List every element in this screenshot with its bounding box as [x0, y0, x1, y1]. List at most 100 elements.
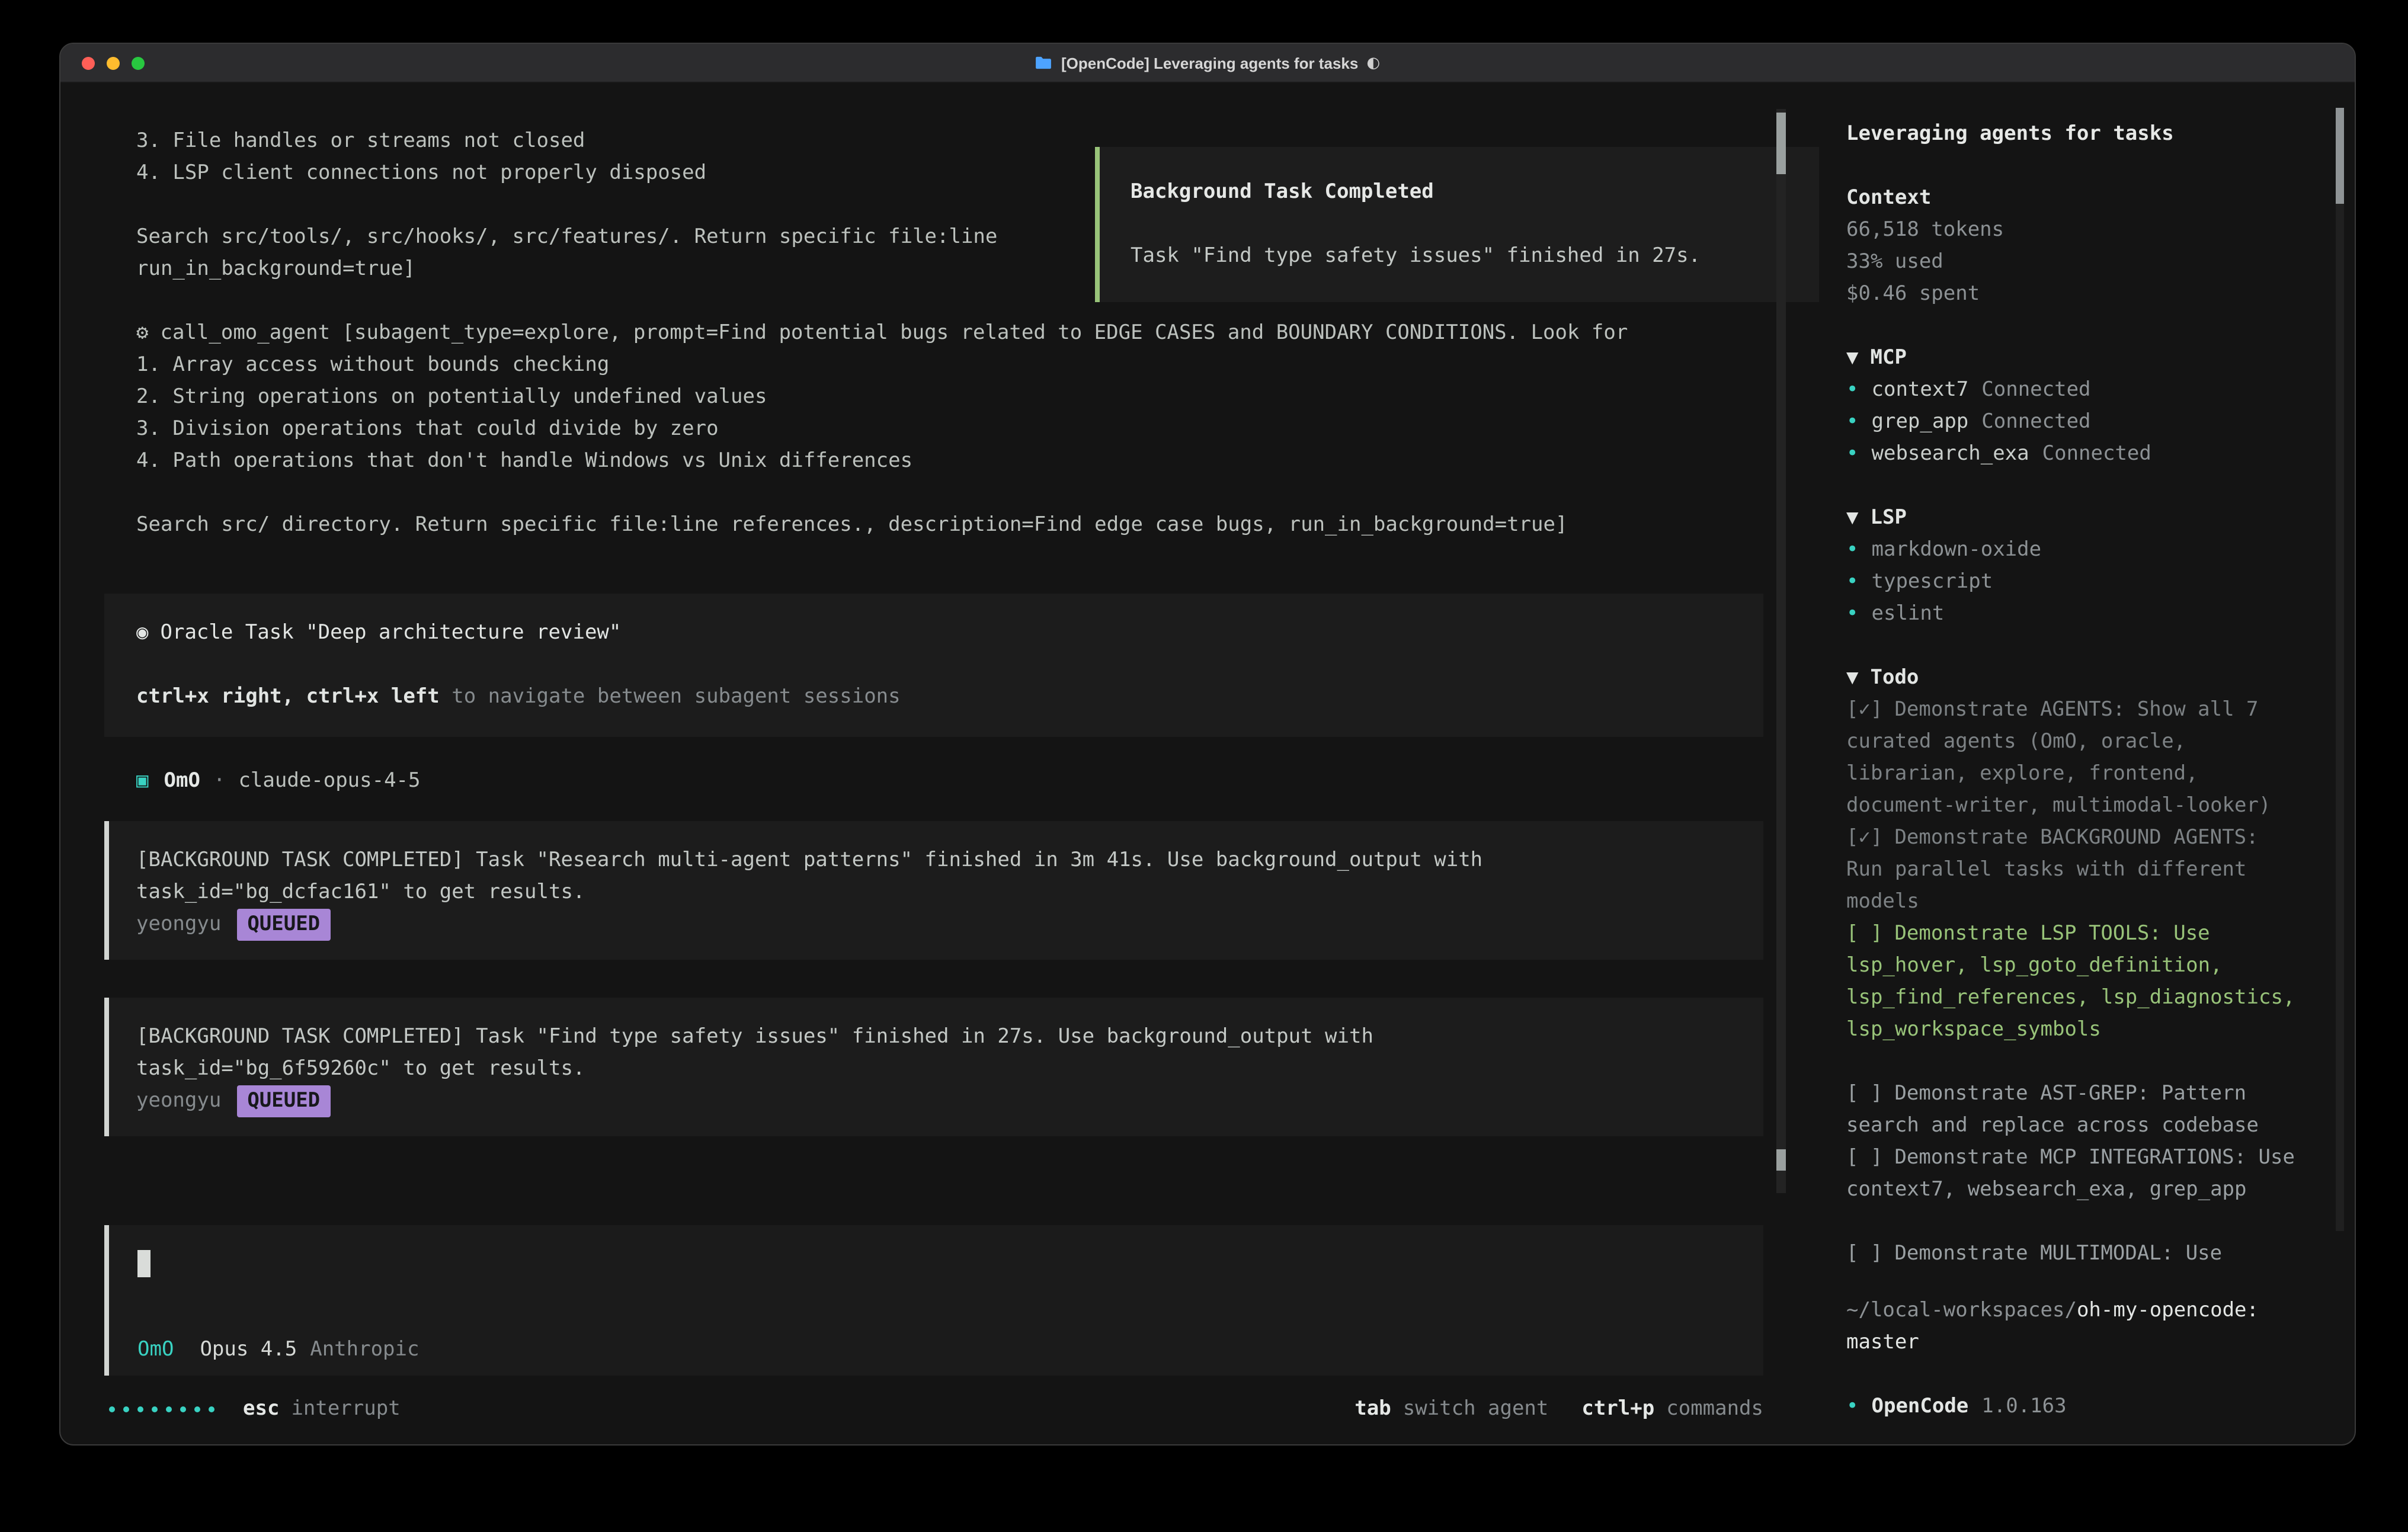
git-branch: master [1846, 1327, 2300, 1359]
checkbox-empty-icon: [ ] [1846, 1146, 1882, 1169]
mcp-item: • context7 Connected [1846, 374, 2300, 406]
lsp-heading: LSP [1871, 506, 1907, 530]
sidebar-scrollbar[interactable] [2336, 108, 2344, 1231]
separator-dot: · [213, 765, 226, 797]
lsp-name: markdown-oxide [1872, 534, 2042, 566]
terminal-line: Search src/ directory. Return specific f… [104, 509, 1763, 541]
todo-text: Demonstrate LSP TOOLS: Use lsp_hover, ls… [1846, 922, 2295, 1041]
background-task-message: [BACKGROUND TASK COMPLETED] Task "Resear… [104, 821, 1763, 960]
todo-heading: Todo [1871, 666, 1919, 690]
commands-key-label: commands [1666, 1397, 1763, 1421]
fisheye-icon: ◉ [136, 621, 149, 645]
context-spent: $0.46 spent [1846, 278, 2300, 310]
mcp-heading: MCP [1871, 346, 1907, 370]
lsp-item: • eslint [1846, 598, 2300, 630]
checkbox-empty-icon: [ ] [1846, 1082, 1882, 1105]
todo-item: [✓]Demonstrate AGENTS: Show all 7 curate… [1846, 694, 2300, 822]
session-title: Leveraging agents for tasks [1846, 118, 2300, 150]
tab-key-label: switch agent [1403, 1397, 1549, 1421]
scrollbar-thumb[interactable] [1776, 113, 1786, 174]
task-message-line: task_id="bg_dcfac161" to get results. [136, 877, 1735, 909]
chevron-down-icon: ▼ [1846, 506, 1859, 530]
screen: [OpenCode] Leveraging agents for tasks ◐… [0, 0, 2408, 1532]
gear-icon: ⚙ [136, 321, 149, 345]
todo-section-header[interactable]: ▼Todo [1846, 662, 2300, 694]
oracle-task-title: Oracle Task "Deep architecture review" [161, 621, 622, 645]
folder-icon [1035, 56, 1053, 70]
checkbox-checked-icon: [✓] [1846, 698, 1882, 722]
esc-key-hint: esc [243, 1397, 279, 1421]
model-info-row: OmO Opus 4.5 Anthropic [137, 1338, 419, 1361]
titlebar[interactable]: [OpenCode] Leveraging agents for tasks ◐ [60, 44, 2355, 83]
lsp-item: • typescript [1846, 566, 2300, 598]
text-cursor [137, 1250, 150, 1277]
prompt-input[interactable]: OmO Opus 4.5 Anthropic [104, 1225, 1763, 1376]
shortcut-keys: ctrl+x right, ctrl+x left [136, 685, 440, 709]
todo-item: [ ] Demonstrate MULTIMODAL: Use [1846, 1238, 2300, 1270]
lsp-name: eslint [1872, 598, 1945, 630]
agent-header: ▣ OmO · claude-opus-4-5 [104, 765, 1763, 797]
app-name: OpenCode [1872, 1391, 1969, 1423]
mcp-name: context7 [1872, 374, 1969, 406]
toast-title: Background Task Completed [1131, 177, 1819, 209]
bullet-icon: • [1846, 534, 1859, 566]
context-tokens: 66,518 tokens [1846, 214, 2300, 246]
lsp-name: typescript [1872, 566, 1993, 598]
lsp-section-header[interactable]: ▼ LSP [1846, 502, 2300, 534]
notification-toast: Background Task Completed Task "Find typ… [1095, 147, 1819, 302]
app-window: [OpenCode] Leveraging agents for tasks ◐… [59, 43, 2356, 1446]
model-provider-label: Anthropic [310, 1338, 419, 1361]
mcp-item: • websearch_exa Connected [1846, 438, 2300, 470]
lsp-item: • markdown-oxide [1846, 534, 2300, 566]
terminal-line: 3. Division operations that could divide… [104, 414, 1763, 446]
chat-pane: 3. File handles or streams not closed 4.… [60, 83, 1819, 1444]
session-sidebar: Leveraging agents for tasks Context 66,5… [1819, 83, 2355, 1444]
scrollbar-thumb[interactable] [1776, 1149, 1786, 1171]
task-message-line: task_id="bg_6f59260c" to get results. [136, 1053, 1735, 1085]
task-message-line: [BACKGROUND TASK COMPLETED] Task "Resear… [136, 845, 1735, 877]
tab-key-hint: tab [1354, 1397, 1391, 1421]
todo-item: [ ]Demonstrate AST-GREP: Pattern search … [1846, 1078, 2300, 1142]
bullet-icon: • [1846, 374, 1859, 406]
status-badge: QUEUED [236, 1085, 331, 1117]
mcp-status: Connected [1981, 406, 2090, 438]
bullet-icon: • [1846, 438, 1859, 470]
workspace-path: ~/local-workspaces/oh-my-opencode: [1846, 1295, 2300, 1327]
activity-dots-icon [109, 1406, 214, 1412]
bullet-icon: • [1846, 566, 1859, 598]
commands-key-hint: ctrl+p [1581, 1397, 1654, 1421]
agent-square-icon: ▣ [136, 765, 149, 797]
background-task-message: [BACKGROUND TASK COMPLETED] Task "Find t… [104, 998, 1763, 1136]
terminal-line: 1. Array access without bounds checking [104, 350, 1763, 382]
status-bar: esc interrupt tab switch agent ctrl+p co… [104, 1392, 1763, 1425]
subagent-shortcut-row: ctrl+x right, ctrl+x left to navigate be… [136, 681, 1735, 713]
app-version-row: • OpenCode 1.0.163 [1846, 1391, 2300, 1423]
shortcut-description: to navigate between subagent sessions [440, 685, 901, 709]
mcp-section-header[interactable]: ▼ MCP [1846, 342, 2300, 374]
todo-text: Demonstrate AGENTS: Show all 7 curated a… [1846, 698, 2271, 818]
mcp-name: grep_app [1872, 406, 1969, 438]
todo-item: [ ]Demonstrate MCP INTEGRATIONS: Use con… [1846, 1142, 2300, 1206]
terminal-line: 4. Path operations that don't handle Win… [104, 446, 1763, 477]
oracle-task-title-row: ◉ Oracle Task "Deep architecture review" [136, 617, 1735, 649]
workspace-path-prefix: ~/local-workspaces/ [1846, 1299, 2077, 1322]
checkbox-checked-icon: [✓] [1846, 826, 1882, 850]
esc-key-label: interrupt [291, 1397, 400, 1421]
bullet-icon: • [1846, 406, 1859, 438]
todo-text: Demonstrate MULTIMODAL: Use [1894, 1242, 2222, 1265]
tool-call-line: ⚙ call_omo_agent [subagent_type=explore, … [104, 318, 1763, 350]
chevron-down-icon: ▼ [1846, 346, 1859, 370]
window-title-group: [OpenCode] Leveraging agents for tasks ◐ [60, 54, 2355, 72]
bullet-icon: • [1846, 598, 1859, 630]
tool-call-text: call_omo_agent [subagent_type=explore, p… [161, 321, 1628, 345]
active-agent-label: OmO [137, 1338, 174, 1361]
checkbox-empty-icon: [ ] [1846, 1242, 1882, 1265]
status-badge: QUEUED [236, 909, 331, 941]
scrollbar-thumb[interactable] [2336, 108, 2344, 204]
toast-body: Task "Find type safety issues" finished … [1131, 241, 1819, 273]
workspace-repo-name: oh-my-opencode: [2077, 1299, 2259, 1322]
chat-scrollbar[interactable] [1776, 109, 1786, 1193]
active-model-label: Opus 4.5 [200, 1338, 297, 1361]
checkbox-empty-icon: [ ] [1846, 922, 1882, 946]
context-heading: Context [1846, 182, 2300, 214]
